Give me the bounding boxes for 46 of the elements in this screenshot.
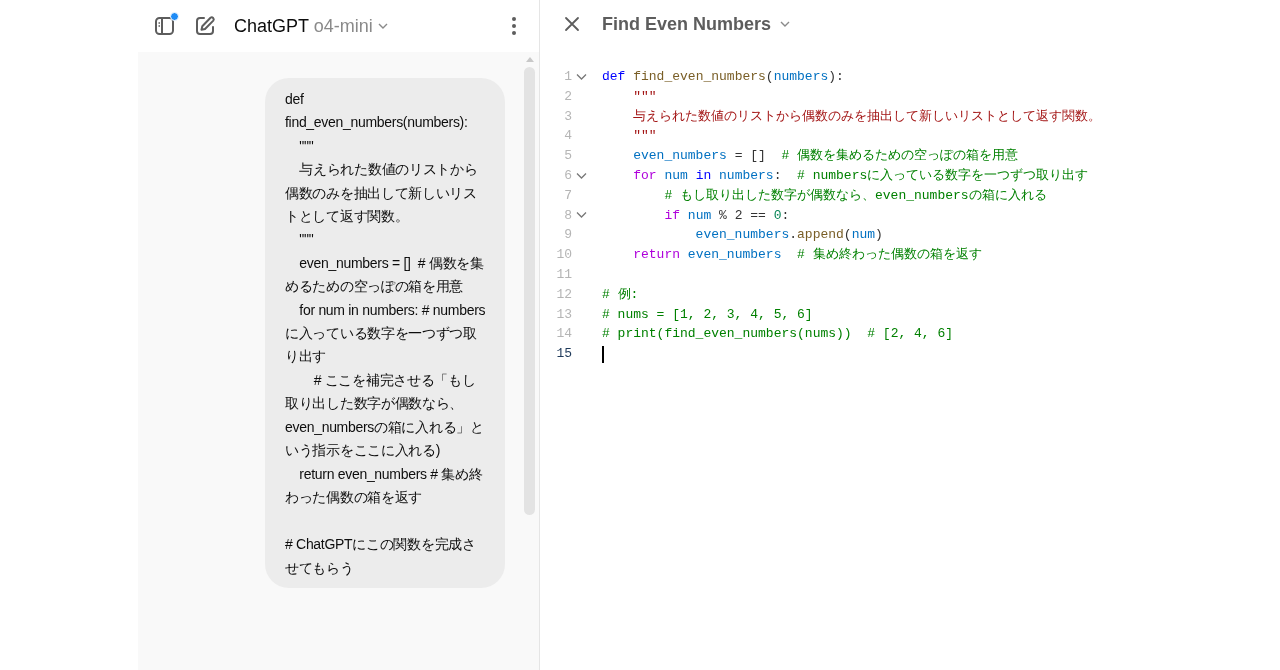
message-line: """ bbox=[298, 230, 315, 250]
more-options-button[interactable] bbox=[511, 16, 517, 36]
code-line: return even_numbers # 集め終わった偶数の箱を返す bbox=[632, 246, 982, 265]
line-number: 13 bbox=[555, 305, 572, 324]
code-line: if num % 2 == 0: bbox=[663, 206, 790, 225]
text-cursor bbox=[602, 345, 604, 363]
code-line: # nums = [1, 2, 3, 4, 5, 6] bbox=[602, 305, 813, 324]
line-number: 14 bbox=[555, 325, 572, 344]
line-number: 4 bbox=[563, 127, 572, 146]
message-line: 与えられた数値のリストから偶数のみを抽出して新しいリストとして返す関数。 bbox=[285, 160, 479, 227]
line-number: 10 bbox=[555, 246, 572, 265]
code-line: even_numbers = [] # 偶数を集めるための空っぽの箱を用意 bbox=[632, 147, 1019, 166]
line-number: 12 bbox=[555, 285, 572, 304]
code-line: # もし取り出した数字が偶数なら、even_numbersの箱に入れる bbox=[663, 186, 1047, 205]
code-line: even_numbers.append(num) bbox=[694, 226, 883, 245]
line-number: 9 bbox=[563, 226, 572, 245]
message-line: # ChatGPTにこの関数を完成させてもらう bbox=[285, 535, 477, 578]
line-number: 2 bbox=[563, 87, 572, 106]
sidebar-toggle-button[interactable] bbox=[154, 15, 176, 37]
code-line: def find_even_numbers(numbers): bbox=[602, 68, 844, 86]
code-line: """ bbox=[632, 87, 657, 106]
fold-chevron-icon[interactable] bbox=[576, 211, 587, 220]
document-title-menu[interactable]: Find Even Numbers bbox=[602, 10, 792, 38]
close-button[interactable] bbox=[564, 16, 580, 32]
line-number: 6 bbox=[563, 167, 572, 185]
code-line: for num in numbers: # numbersに入っている数字を一つずつ取り出す bbox=[632, 167, 1089, 185]
message-line: # ここを補完させる「もし取り出した数字が偶数なら、even_numbersの箱に入れる」という指示をここに入れる) bbox=[285, 370, 485, 461]
code-line: # 例: bbox=[602, 285, 639, 304]
code-line: 与えられた数値のリストから偶数のみを抽出して新しいリストとして返す関数。 bbox=[632, 107, 1102, 126]
line-number: 1 bbox=[563, 68, 572, 86]
line-number: 15 bbox=[555, 345, 572, 364]
message-line: """ bbox=[298, 136, 315, 156]
code-line: # print(find_even_numbers(nums)) # [2, 4, 6] bbox=[602, 325, 954, 344]
line-number: 5 bbox=[563, 147, 572, 166]
line-number: 8 bbox=[563, 206, 572, 225]
line-number: 11 bbox=[555, 265, 572, 284]
fold-chevron-icon[interactable] bbox=[576, 72, 587, 81]
model-selector[interactable]: ChatGPT o4-mini bbox=[234, 12, 389, 40]
code-line: """ bbox=[632, 127, 657, 146]
fold-chevron-icon[interactable] bbox=[576, 171, 587, 180]
message-line: for num in numbers: # numbersに入っている数字を一つずつ取り出す bbox=[285, 300, 487, 367]
new-chat-button[interactable] bbox=[194, 15, 216, 37]
message-line: return even_numbers # 集め終わった偶数の箱を返す bbox=[285, 464, 484, 507]
line-number: 7 bbox=[563, 186, 572, 205]
line-number: 3 bbox=[563, 107, 572, 126]
message-line: def find_even_numbers(numbers): bbox=[285, 90, 469, 133]
